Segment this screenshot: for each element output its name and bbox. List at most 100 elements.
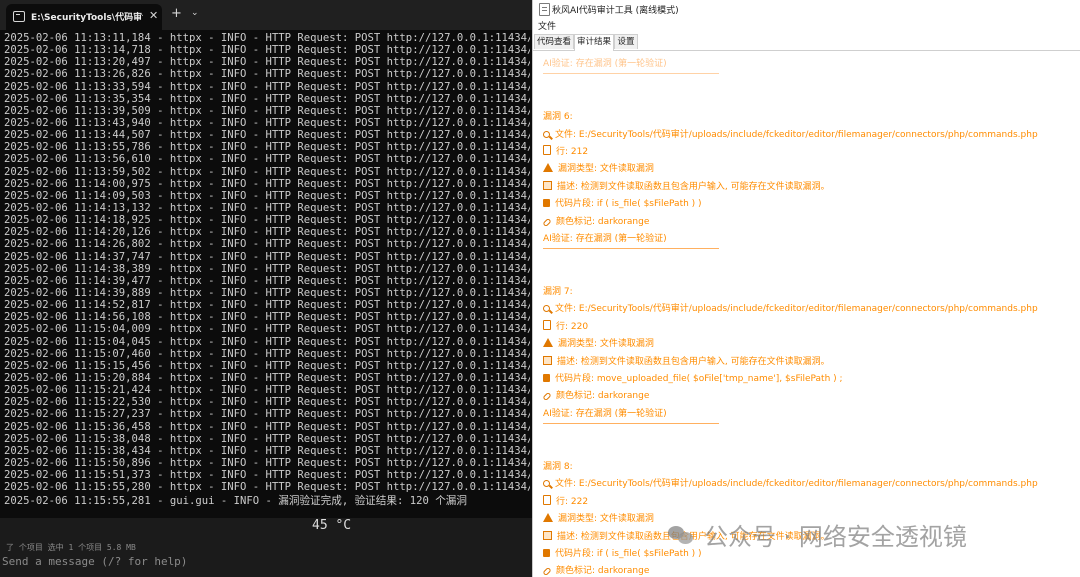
new-tab-icon[interactable]: +: [171, 6, 182, 21]
terminal-window: E:\SecurityTools\代码审计\1.0\ ✕ + ⌄ 2025-02…: [0, 0, 532, 577]
log-line: 2025-02-06 11:15:15,456 - httpx - INFO -…: [4, 359, 530, 372]
finding-file: 文件: E:/SecurityTools/代码审计/uploads/includ…: [543, 301, 1078, 318]
log-line: 2025-02-06 11:14:26,802 - httpx - INFO -…: [4, 238, 530, 251]
audit-tool-window: 秋风AI代码审计工具 (离线模式) 文件 代码查看 审计结果 设置 AI验证: …: [532, 0, 1080, 577]
message-input[interactable]: Send a message (/? for help): [2, 555, 187, 568]
document-icon: [543, 144, 551, 155]
finding-description: 描述: 检测到文件读取函数且包含用户输入, 可能存在文件读取漏洞。: [543, 354, 1078, 371]
link-icon: [542, 217, 552, 227]
terminal-tab[interactable]: E:\SecurityTools\代码审计\1.0\ ✕: [6, 4, 162, 30]
finding-code-snippet-text: 代码片段: move_uploaded_file( $oFile['tmp_na…: [555, 374, 843, 385]
log-line: 2025-02-06 11:15:38,434 - httpx - INFO -…: [4, 444, 530, 457]
separator: [543, 73, 719, 75]
tab-audit-results[interactable]: 审计结果: [574, 34, 614, 51]
finding-file-text: 文件: E:/SecurityTools/代码审计/uploads/includ…: [555, 129, 1038, 140]
close-icon[interactable]: ✕: [149, 9, 158, 22]
finding-type-text: 漏洞类型: 文件读取漏洞: [558, 164, 654, 175]
finding-ai-verification: AI验证: 存在漏洞 (第一轮验证): [543, 231, 1078, 248]
finding-code-snippet: 代码片段: move_uploaded_file( $oFile['tmp_na…: [543, 371, 1078, 388]
log-line: 2025-02-06 11:13:11,184 - httpx - INFO -…: [4, 32, 530, 44]
log-line: 2025-02-06 11:14:56,108 - httpx - INFO -…: [4, 311, 530, 324]
code-icon: [543, 374, 550, 383]
link-icon: [542, 392, 552, 402]
finding-file-text: 文件: E:/SecurityTools/代码审计/uploads/includ…: [555, 479, 1038, 490]
document-icon: [543, 319, 551, 330]
memo-icon: [543, 530, 552, 540]
code-icon: [543, 199, 550, 208]
log-line: 2025-02-06 11:15:51,373 - httpx - INFO -…: [4, 469, 530, 482]
log-line: 2025-02-06 11:15:55,280 - httpx - INFO -…: [4, 481, 530, 494]
log-line: 2025-02-06 11:13:39,509 - httpx - INFO -…: [4, 104, 530, 117]
tab-settings[interactable]: 设置: [614, 34, 638, 49]
terminal-tab-bar: E:\SecurityTools\代码审计\1.0\ ✕ + ⌄: [0, 0, 532, 30]
notebook-tabs: 代码查看 审计结果 设置: [533, 34, 1080, 51]
finding-line: 行: 220: [543, 319, 1078, 336]
log-line: 2025-02-06 11:13:59,502 - httpx - INFO -…: [4, 165, 530, 178]
finding-header-text: 漏洞 6:: [543, 112, 573, 123]
finding-header-text: 漏洞 8:: [543, 461, 573, 472]
log-line: 2025-02-06 11:13:43,940 - httpx - INFO -…: [4, 116, 530, 129]
finding-description: 描述: 检测到文件读取函数且包含用户输入, 可能存在文件读取漏洞。: [543, 179, 1078, 196]
finding-description-text: 描述: 检测到文件读取函数且包含用户输入, 可能存在文件读取漏洞。: [557, 181, 830, 192]
log-line: 2025-02-06 11:13:44,507 - httpx - INFO -…: [4, 129, 530, 142]
log-line: 2025-02-06 11:15:27,237 - httpx - INFO -…: [4, 408, 530, 421]
log-line: 2025-02-06 11:14:18,925 - httpx - INFO -…: [4, 214, 530, 227]
finding-code-snippet-text: 代码片段: if ( is_file( $sFilePath ) ): [555, 199, 702, 210]
finding-color-tag: 颜色标记: darkorange: [542, 388, 1078, 405]
search-icon: [543, 130, 550, 138]
finding-header: 漏洞 7:: [543, 284, 1078, 301]
terminal-tab-title: E:\SecurityTools\代码审计\1.0\: [31, 13, 143, 23]
tab-code-view[interactable]: 代码查看: [534, 34, 574, 49]
code-icon: [543, 548, 550, 557]
log-line: 2025-02-06 11:13:14,718 - httpx - INFO -…: [4, 44, 530, 57]
finding-line: 行: 222: [543, 494, 1078, 511]
menu-bar: 文件: [533, 18, 1080, 34]
finding-file: 文件: E:/SecurityTools/代码审计/uploads/includ…: [543, 127, 1078, 144]
audit-results-panel[interactable]: AI验证: 存在漏洞 (第一轮验证) 漏洞 6: 文件: E:/SecurityT…: [533, 51, 1080, 577]
log-line: 2025-02-06 11:15:22,530 - httpx - INFO -…: [4, 396, 530, 409]
log-line: 2025-02-06 11:15:36,458 - httpx - INFO -…: [4, 420, 530, 433]
log-line: 2025-02-06 11:14:39,477 - httpx - INFO -…: [4, 274, 530, 287]
finding-ai-verification-text: AI验证: 存在漏洞 (第一轮验证): [543, 233, 667, 244]
finding-line-text: 行: 222: [556, 496, 589, 507]
app-icon: [539, 3, 550, 16]
finding-color-tag-text: 颜色标记: darkorange: [556, 216, 650, 227]
menu-file[interactable]: 文件: [538, 19, 556, 32]
finding-line: 行: 212: [543, 144, 1078, 161]
finding-header-text: 漏洞 7:: [543, 287, 573, 298]
finding-color-tag: 颜色标记: darkorange: [542, 214, 1078, 231]
log-line: 2025-02-06 11:15:20,884 - httpx - INFO -…: [4, 371, 530, 384]
wechat-icon: [668, 524, 694, 546]
finding-line-text: 行: 212: [556, 146, 589, 157]
finding-code-snippet: 代码片段: if ( is_file( $sFilePath ) ): [543, 196, 1078, 213]
warning-icon: [543, 513, 553, 523]
log-line: 2025-02-06 11:14:20,126 - httpx - INFO -…: [4, 226, 530, 239]
terminal-icon: [13, 11, 25, 22]
search-icon: [543, 305, 550, 313]
log-line: 2025-02-06 11:14:52,817 - httpx - INFO -…: [4, 299, 530, 312]
finding-header: 漏洞 6:: [543, 109, 1078, 126]
partial-ai-verification: AI验证: 存在漏洞 (第一轮验证): [543, 59, 667, 69]
warning-icon: [543, 338, 553, 348]
terminal-output[interactable]: 2025-02-06 11:13:11,184 - httpx - INFO -…: [4, 32, 530, 512]
temperature-readout: 45 °C: [312, 518, 352, 533]
log-line: 2025-02-06 11:14:13,132 - httpx - INFO -…: [4, 201, 530, 214]
log-line: 2025-02-06 11:13:20,497 - httpx - INFO -…: [4, 56, 530, 69]
log-line: 2025-02-06 11:15:04,045 - httpx - INFO -…: [4, 335, 530, 348]
finding-color-tag: 颜色标记: darkorange: [542, 563, 1078, 577]
log-line: 2025-02-06 11:15:04,009 - httpx - INFO -…: [4, 323, 530, 336]
log-line: 2025-02-06 11:14:39,889 - httpx - INFO -…: [4, 286, 530, 299]
chevron-down-icon[interactable]: ⌄: [191, 8, 199, 18]
log-line: 2025-02-06 11:13:35,354 - httpx - INFO -…: [4, 92, 530, 105]
finding-type-text: 漏洞类型: 文件读取漏洞: [558, 339, 654, 350]
finding-header: 漏洞 8:: [543, 459, 1078, 476]
explorer-status-text: 了 个项目 选中 1 个项目 5.8 MB: [6, 543, 136, 552]
warning-icon: [543, 163, 553, 173]
results-list: AI验证: 存在漏洞 (第一轮验证) 漏洞 6: 文件: E:/SecurityT…: [542, 56, 1078, 577]
finding-color-tag-text: 颜色标记: darkorange: [556, 391, 650, 402]
finding-ai-verification-text: AI验证: 存在漏洞 (第一轮验证): [543, 408, 667, 419]
log-line: 2025-02-06 11:15:21,424 - httpx - INFO -…: [4, 384, 530, 397]
memo-icon: [543, 180, 552, 190]
